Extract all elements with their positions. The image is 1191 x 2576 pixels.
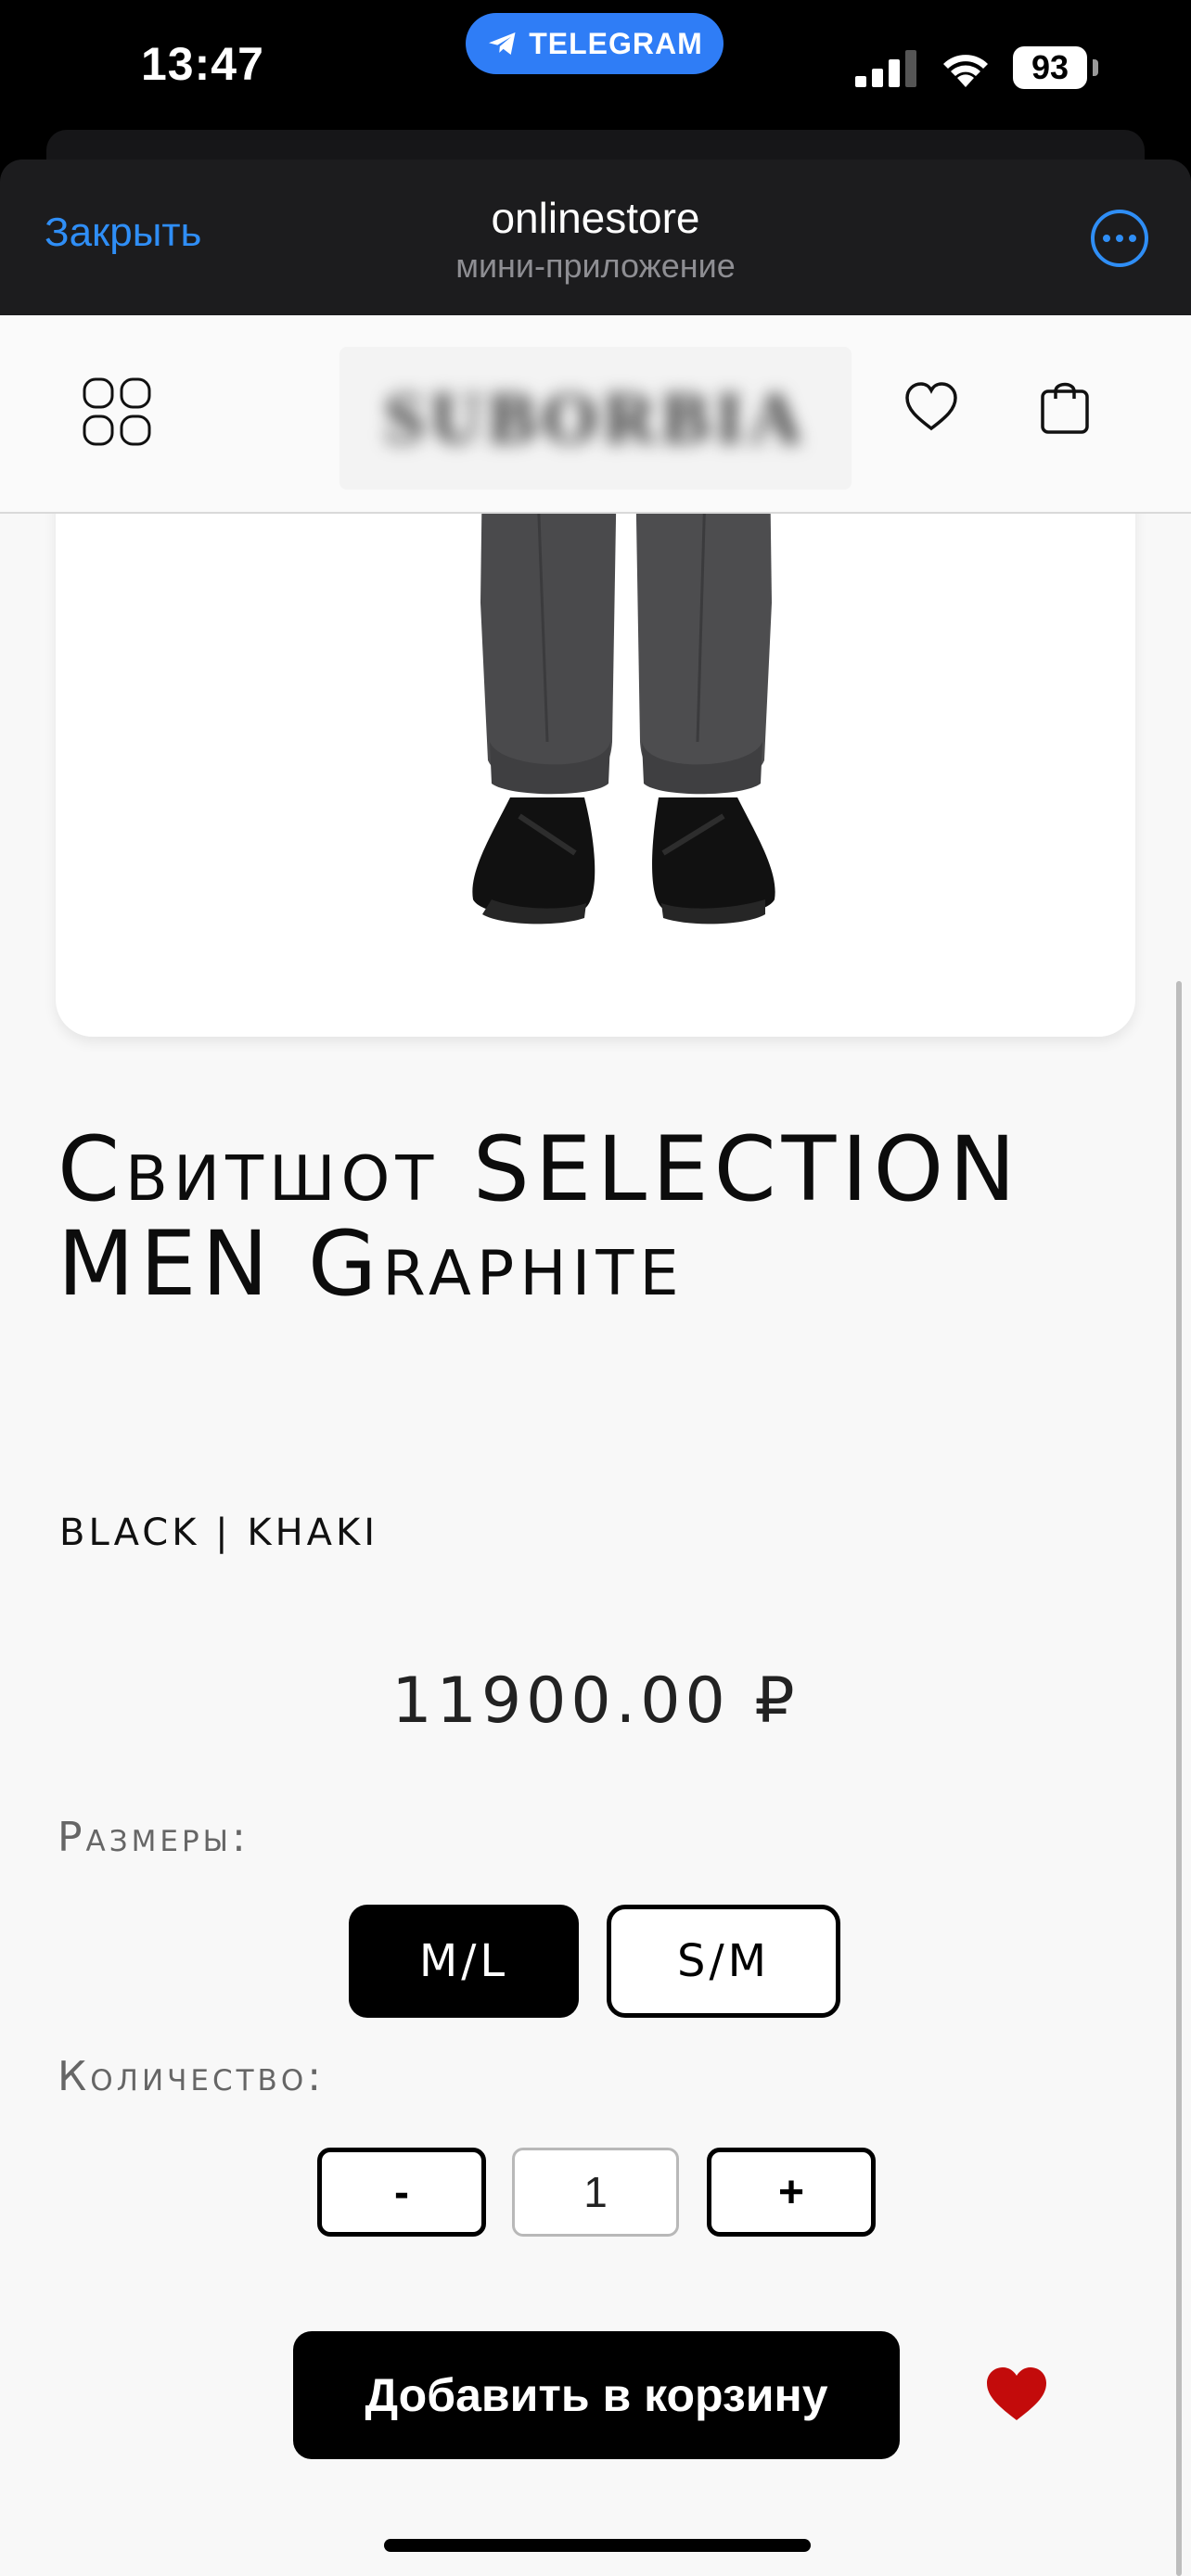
mini-app-subtitle: мини-приложение [455, 247, 736, 285]
add-to-favorites-heart-icon[interactable] [985, 2366, 1048, 2422]
home-indicator[interactable] [384, 2539, 811, 2552]
more-options-button[interactable] [1091, 210, 1148, 267]
page-scrollbar[interactable] [1176, 981, 1182, 2576]
battery-nub [1093, 59, 1098, 76]
signal-icon [855, 50, 916, 87]
store-logo[interactable]: SUBORBIA [339, 347, 852, 490]
size-option-ml[interactable]: M/L [349, 1905, 579, 2018]
catalog-menu-icon[interactable] [82, 376, 152, 447]
wifi-icon [943, 55, 988, 87]
status-time: 13:47 [141, 38, 264, 90]
store-navbar: SUBORBIA [0, 315, 1191, 514]
favorites-icon[interactable] [903, 380, 959, 436]
status-bar: 13:47 TELEGRAM 93 [0, 0, 1191, 139]
mini-app-title: onlinestore [491, 194, 700, 242]
quantity-input[interactable]: 1 [512, 2148, 679, 2237]
sizes-label: Размеры: [58, 1814, 250, 1861]
quantity-label: Количество: [58, 2053, 326, 2100]
size-option-sm[interactable]: S/M [607, 1905, 840, 2018]
quantity-decrease-button[interactable]: - [317, 2148, 486, 2237]
product-price: 11900.00 ₽ [391, 1664, 800, 1738]
battery-indicator: 93 [1013, 46, 1098, 89]
store-logo-text: SUBORBIA [384, 377, 807, 458]
battery-level: 93 [1013, 46, 1087, 89]
telegram-label: TELEGRAM [529, 26, 703, 60]
add-to-cart-button[interactable]: Добавить в корзину [293, 2331, 900, 2459]
product-title: Свитшот SELECTION MEN Graphite [58, 1117, 1021, 1316]
more-dot-icon [1129, 235, 1136, 242]
cart-bag-icon[interactable] [1039, 376, 1091, 436]
store-page: SUBORBIA Свитшот SELECTION MEN Graphite … [0, 315, 1191, 2576]
product-image-card [56, 464, 1135, 1037]
telegram-return-pill[interactable]: TELEGRAM [466, 13, 724, 74]
more-dot-icon [1103, 235, 1110, 242]
mini-app-header: Закрыть onlinestore мини-приложение [0, 159, 1191, 315]
more-dot-icon [1116, 235, 1123, 242]
quantity-increase-button[interactable]: + [707, 2148, 876, 2237]
product-colors: BLACK | KHAKI [59, 1511, 379, 1554]
product-photo [472, 464, 775, 925]
telegram-icon [489, 32, 516, 55]
